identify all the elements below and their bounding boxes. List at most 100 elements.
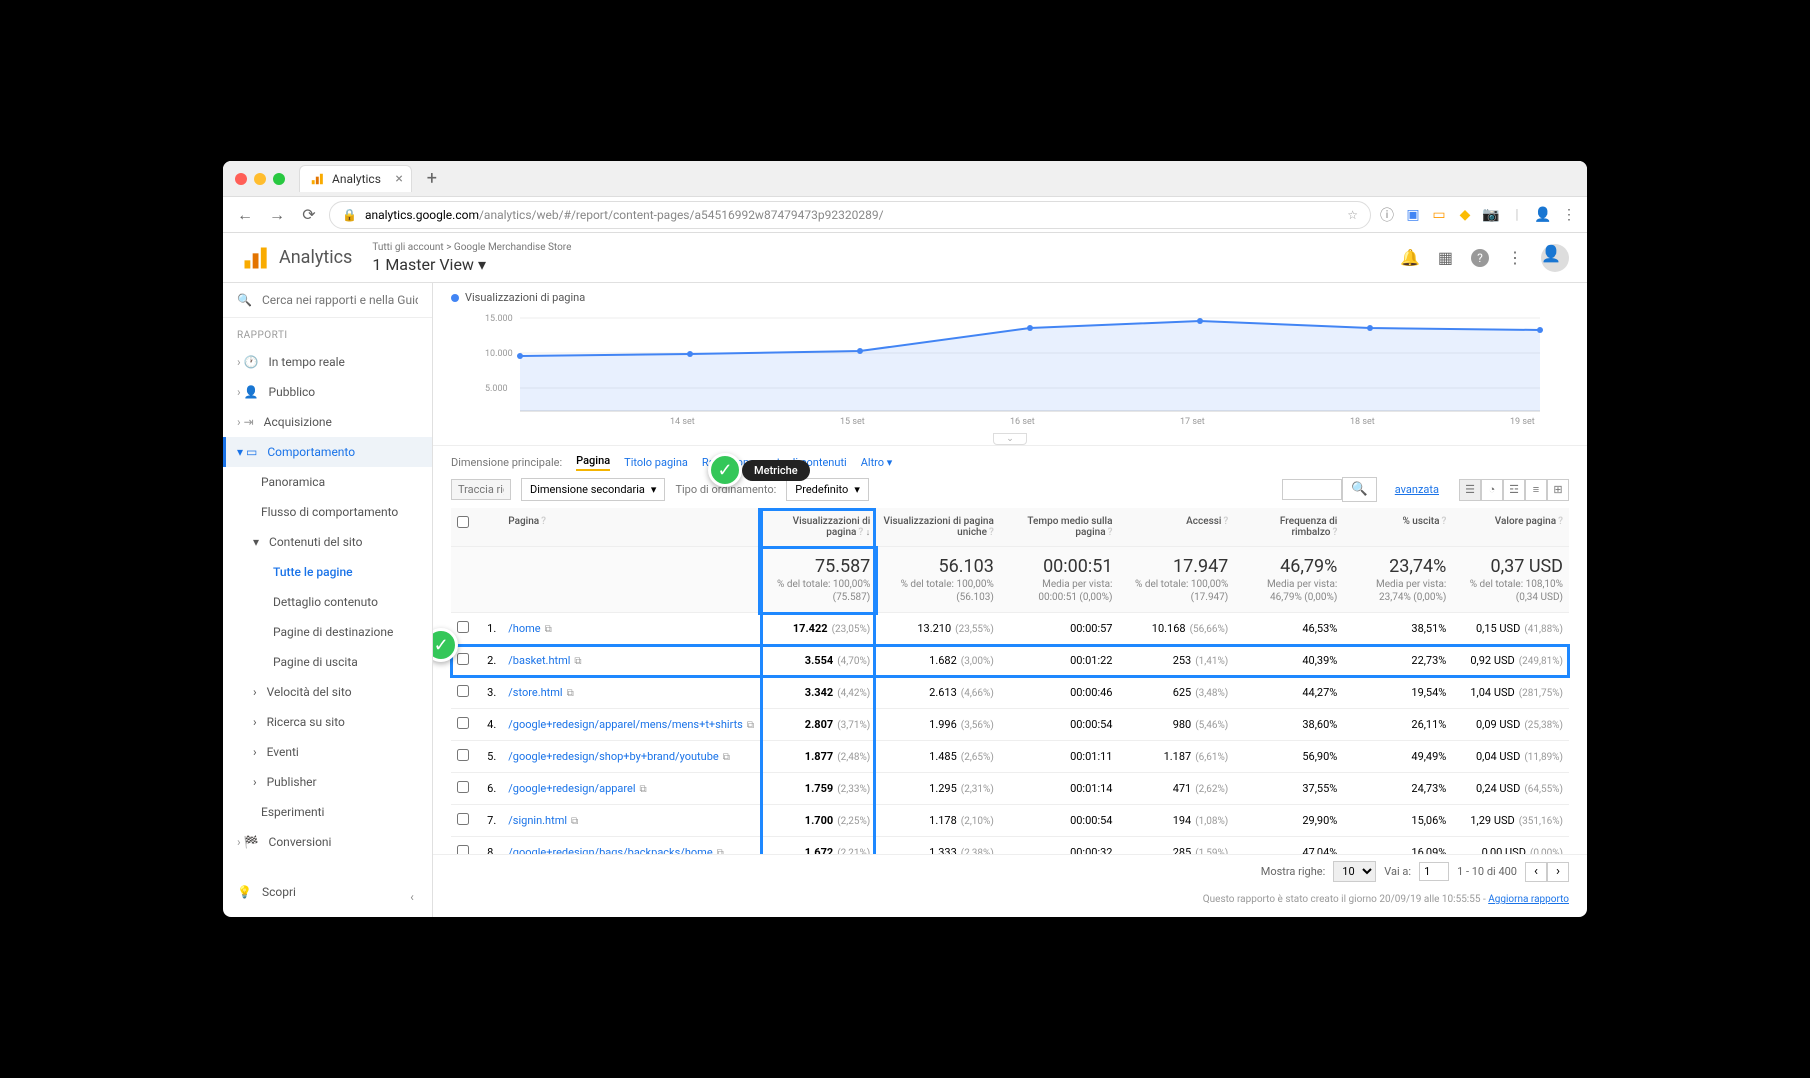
table-row[interactable]: 6. /google+redesign/apparel⧉ 1.759(2,33%… — [451, 773, 1569, 805]
page-link[interactable]: /signin.html — [508, 814, 567, 827]
nav-behavior-flow[interactable]: Flusso di comportamento — [223, 497, 432, 527]
advanced-link[interactable]: avanzata — [1395, 483, 1439, 496]
refresh-link[interactable]: Aggiorna rapporto — [1488, 894, 1569, 905]
view-comparison-icon[interactable]: ≡ — [1525, 479, 1547, 501]
sidebar-search[interactable]: 🔍 — [223, 283, 432, 318]
maximize-icon[interactable] — [273, 173, 285, 185]
row-checkbox[interactable] — [457, 749, 469, 761]
ext-info-icon[interactable]: ⓘ — [1379, 207, 1395, 223]
row-checkbox[interactable] — [457, 653, 469, 665]
ext-camera-icon[interactable]: 📷 — [1483, 207, 1499, 223]
external-link-icon[interactable]: ⧉ — [717, 848, 724, 854]
chart-expand-icon[interactable]: ⌄ — [993, 433, 1027, 445]
nav-content-drilldown[interactable]: Dettaglio contenuto — [223, 587, 432, 617]
page-link[interactable]: /store.html — [508, 686, 562, 699]
table-row[interactable]: 7. /signin.html⧉ 1.700(2,25%) 1.178(2,10… — [451, 805, 1569, 837]
row-checkbox[interactable] — [457, 717, 469, 729]
close-icon[interactable] — [235, 173, 247, 185]
ext-avatar-icon[interactable]: 👤 — [1535, 207, 1551, 223]
next-page-button[interactable]: › — [1547, 862, 1569, 882]
apps-icon[interactable]: ▦ — [1438, 248, 1453, 267]
nav-site-content[interactable]: ▾ Contenuti del sito — [223, 527, 432, 557]
ext-blue-icon[interactable]: ▣ — [1405, 207, 1421, 223]
window-controls[interactable] — [235, 173, 285, 185]
external-link-icon[interactable]: ⧉ — [574, 656, 581, 667]
nav-overview[interactable]: Panoramica — [223, 467, 432, 497]
new-tab-button[interactable]: + — [418, 165, 446, 193]
star-icon[interactable]: ☆ — [1347, 208, 1358, 222]
col-exit[interactable]: % uscita? — [1343, 508, 1452, 547]
nav-events[interactable]: › Eventi — [223, 737, 432, 767]
col-avgtime[interactable]: Tempo medio sulla pagina? — [1000, 508, 1119, 547]
col-pageviews[interactable]: Visualizzazioni di pagina? ↓ — [760, 508, 876, 547]
more-icon[interactable]: ⋮ — [1507, 248, 1523, 267]
bell-icon[interactable]: 🔔 — [1400, 248, 1420, 267]
nav-conversions[interactable]: › 🏁Conversioni — [223, 827, 432, 857]
help-icon[interactable]: ? — [1471, 249, 1489, 267]
table-search-input[interactable] — [1282, 479, 1342, 500]
external-link-icon[interactable]: ⧉ — [640, 784, 647, 795]
tab-close-icon[interactable]: × — [395, 171, 402, 187]
external-link-icon[interactable]: ⧉ — [747, 720, 754, 731]
nav-experiments[interactable]: Esperimenti — [223, 797, 432, 827]
external-link-icon[interactable]: ⧉ — [567, 688, 574, 699]
nav-all-pages[interactable]: Tutte le pagine — [223, 557, 432, 587]
table-row[interactable]: 8. /google+redesign/bags/backpacks/home⧉… — [451, 837, 1569, 854]
back-button[interactable]: ← — [233, 203, 257, 227]
forward-button[interactable]: → — [265, 203, 289, 227]
avatar[interactable]: 👤 — [1541, 244, 1569, 272]
rows-select[interactable]: 10 — [1333, 861, 1376, 882]
table-row[interactable]: 4. /google+redesign/apparel/mens/mens+t+… — [451, 709, 1569, 741]
nav-exit-pages[interactable]: Pagine di uscita — [223, 647, 432, 677]
page-link[interactable]: /google+redesign/shop+by+brand/youtube — [508, 750, 718, 763]
nav-site-speed[interactable]: › Velocità del sito — [223, 677, 432, 707]
reload-button[interactable]: ⟳ — [297, 203, 321, 227]
secondary-dimension-select[interactable]: Dimensione secondaria ▾ — [521, 478, 665, 501]
view-selector[interactable]: 1 Master View ▾ — [372, 255, 571, 274]
goto-input[interactable] — [1419, 862, 1449, 881]
col-bounce[interactable]: Frequenza di rimbalzo? — [1234, 508, 1343, 547]
collapse-sidebar-icon[interactable]: ‹ — [402, 887, 422, 907]
view-table-icon[interactable]: ☰ — [1459, 479, 1481, 501]
view-pie-icon[interactable]: ◔ — [1481, 479, 1503, 501]
row-checkbox[interactable] — [457, 685, 469, 697]
menu-icon[interactable]: ⋮ — [1561, 207, 1577, 223]
table-row[interactable]: 3. /store.html⧉ 3.342(4,42%) 2.613(4,66%… — [451, 677, 1569, 709]
dim-page[interactable]: Pagina — [576, 454, 610, 471]
nav-landing-pages[interactable]: Pagine di destinazione — [223, 617, 432, 647]
external-link-icon[interactable]: ⧉ — [723, 752, 730, 763]
dim-title[interactable]: Titolo pagina — [624, 456, 688, 469]
page-link[interactable]: /google+redesign/apparel/mens/mens+t+shi… — [508, 718, 743, 731]
table-row[interactable]: 2. /basket.html⧉ 3.554(4,70%) 1.682(3,00… — [451, 645, 1569, 677]
row-checkbox[interactable] — [457, 845, 469, 854]
address-bar[interactable]: 🔒 analytics.google.com/analytics/web/#/r… — [329, 201, 1371, 229]
search-input[interactable] — [262, 293, 418, 307]
col-entrances[interactable]: Accessi? — [1118, 508, 1234, 547]
page-link[interactable]: /basket.html — [508, 654, 570, 667]
col-unique[interactable]: Visualizzazioni di pagina uniche? — [876, 508, 1000, 547]
nav-acquisition[interactable]: › ⇥Acquisizione — [223, 407, 432, 437]
minimize-icon[interactable] — [254, 173, 266, 185]
page-link[interactable]: /home — [508, 622, 540, 635]
breadcrumb[interactable]: Tutti gli account > Google Merchandise S… — [372, 242, 571, 274]
external-link-icon[interactable]: ⧉ — [571, 816, 578, 827]
view-bar-icon[interactable]: ☲ — [1503, 479, 1525, 501]
external-link-icon[interactable]: ⧉ — [545, 624, 552, 635]
row-checkbox[interactable] — [457, 813, 469, 825]
page-link[interactable]: /google+redesign/bags/backpacks/home — [508, 846, 712, 854]
page-link[interactable]: /google+redesign/apparel — [508, 782, 635, 795]
nav-admin[interactable]: ⚙Amministratore — [223, 907, 432, 917]
table-row[interactable]: 5. /google+redesign/shop+by+brand/youtub… — [451, 741, 1569, 773]
nav-behavior[interactable]: ▾ ▭Comportamento — [223, 437, 432, 467]
row-checkbox[interactable] — [457, 621, 469, 633]
browser-tab[interactable]: Analytics × — [299, 165, 412, 192]
select-all-checkbox[interactable] — [457, 516, 469, 528]
row-checkbox[interactable] — [457, 781, 469, 793]
nav-discover[interactable]: 💡Scopri — [223, 877, 432, 907]
nav-publisher[interactable]: › Publisher — [223, 767, 432, 797]
prev-page-button[interactable]: ‹ — [1525, 862, 1547, 882]
ext-yellow-icon[interactable]: ◆ — [1457, 207, 1473, 223]
ext-orange-icon[interactable]: ▭ — [1431, 207, 1447, 223]
table-row[interactable]: 1. /home⧉ 17.422(23,05%) 13.210(23,55%) … — [451, 613, 1569, 645]
nav-audience[interactable]: › 👤Pubblico — [223, 377, 432, 407]
